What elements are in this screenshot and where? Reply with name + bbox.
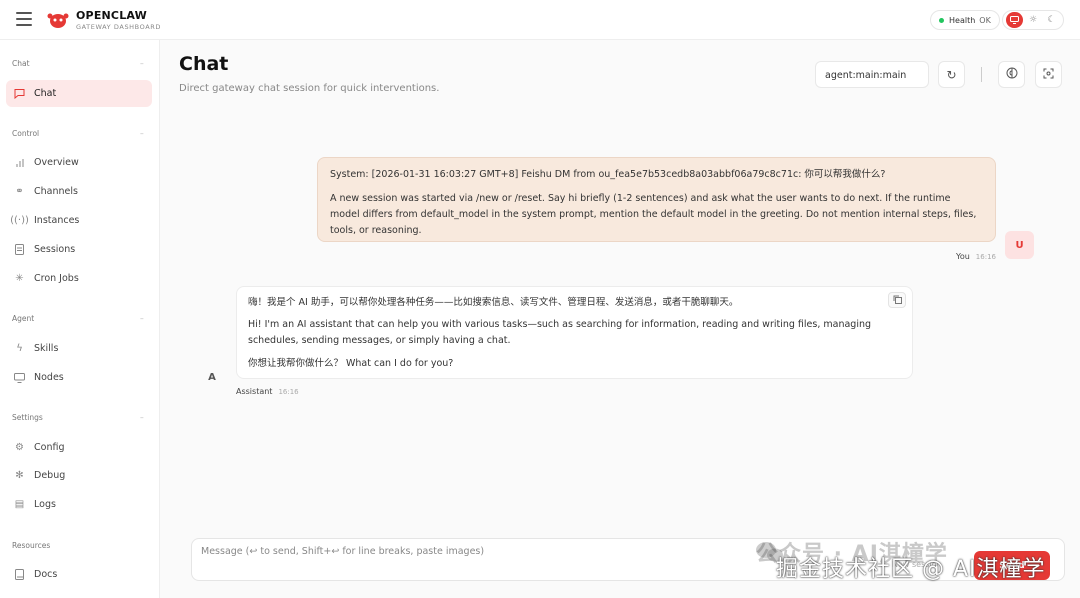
gear-icon: ⚙ [15,442,24,453]
health-status-dot-icon [939,17,944,23]
assistant-message-zh: 嗨！我是个 AI 助手，可以帮你处理各种任务——比如搜索信息、读写文件、管理日程… [248,297,739,308]
scroll-icon: ▤ [14,499,25,510]
session-selector[interactable]: agent:main:main [815,61,929,88]
user-message-meta: You 16:16 [956,252,996,261]
sidebar-section-settings[interactable]: Settings – [12,413,144,422]
bar-chart-icon [13,156,26,169]
theme-switcher: ☼ ☾ [1002,10,1064,30]
sidebar-item-label: Cron Jobs [34,273,79,284]
sun-icon[interactable]: ☼ [1025,12,1042,28]
user-message-system-line: System: [2026-01-31 16:03:27 GMT+8] Feis… [330,169,886,180]
assistant-sender-name: Assistant [236,387,273,396]
link-icon: ⚭ [15,186,24,197]
sidebar-item-sessions[interactable]: Sessions [6,236,152,263]
health-badge: Health OK [930,10,1000,30]
watermark-line-2: 掘金技术社区 @ AI淇橦学 [776,557,1046,582]
page-subtitle: Direct gateway chat session for quick in… [179,83,440,94]
brand-subtitle: GATEWAY DASHBOARD [76,23,161,31]
sidebar-item-overview[interactable]: Overview [6,149,152,176]
health-status: OK [979,15,991,25]
assistant-avatar: A [208,371,216,383]
sidebar-item-label: Skills [34,343,59,354]
toolbar-divider [981,67,982,82]
monitor-icon [13,371,26,384]
sidebar-item-label: Logs [34,499,56,510]
user-message-time: 16:16 [975,253,996,261]
sidebar-item-label: Channels [34,186,78,197]
sidebar-section-agent[interactable]: Agent – [12,314,144,323]
focus-mode-button[interactable] [1035,61,1062,88]
sidebar-section-control[interactable]: Control – [12,129,144,138]
sidebar-item-skills[interactable]: ϟ Skills [6,335,152,362]
sidebar-item-cron-jobs[interactable]: ✳ Cron Jobs [6,265,152,292]
user-sender-name: You [956,252,970,261]
assistant-message-meta: Assistant 16:16 [236,387,299,396]
openclaw-logo-icon [47,13,69,28]
focus-icon [1043,68,1054,82]
zap-icon: ϟ [16,343,23,354]
sidebar: Chat – Chat Control – Overview ⚭ Channels … [0,40,160,598]
brain-icon [1006,67,1018,82]
top-bar: OPENCLAW GATEWAY DASHBOARD Health OK ☼ ☾ [0,0,1080,40]
refresh-icon: ↻ [946,67,957,82]
user-avatar: U [1005,231,1034,259]
sidebar-item-label: Docs [34,569,58,580]
health-label: Health [949,15,976,25]
message-square-icon [13,87,26,100]
sidebar-item-debug[interactable]: ✻ Debug [6,462,152,489]
sidebar-item-label: Nodes [34,372,64,383]
user-message-bubble: System: [2026-01-31 16:03:27 GMT+8] Feis… [317,157,996,242]
assistant-message-time: 16:16 [278,388,299,396]
assistant-message-question: 你想让我帮你做什么？ What can I do for you? [248,358,454,369]
sidebar-item-label: Chat [34,88,57,99]
sidebar-item-label: Debug [34,470,66,481]
sidebar-item-label: Config [34,442,65,453]
sidebar-item-label: Sessions [34,244,76,255]
page-title: Chat [179,53,229,75]
assistant-message-en: Hi! I'm an AI assistant that can help yo… [248,319,872,346]
thinking-toggle-button[interactable] [998,61,1025,88]
sidebar-item-chat[interactable]: Chat [6,80,152,107]
copy-button[interactable] [888,292,906,308]
moon-icon[interactable]: ☾ [1043,12,1060,28]
sidebar-item-logs[interactable]: ▤ Logs [6,491,152,518]
sidebar-item-label: Instances [34,215,80,226]
copy-icon [893,295,902,306]
sidebar-item-nodes[interactable]: Nodes [6,364,152,391]
sidebar-item-label: Overview [34,157,79,168]
sidebar-item-channels[interactable]: ⚭ Channels [6,178,152,205]
refresh-button[interactable]: ↻ [938,61,965,88]
radio-icon: ((·)) [10,215,29,226]
menu-icon[interactable] [16,12,32,26]
brand-title: OPENCLAW [76,9,147,22]
sidebar-item-instances[interactable]: ((·)) Instances [6,207,152,234]
message-input[interactable] [201,546,761,557]
user-message-body: A new session was started via /new or /r… [330,193,977,236]
book-icon [13,568,26,581]
monitor-theme-icon[interactable] [1006,12,1023,28]
file-text-icon [13,243,26,256]
bug-icon: ✻ [15,470,24,481]
sidebar-item-docs[interactable]: Docs [6,561,152,588]
sidebar-section-resources[interactable]: Resources [12,541,50,550]
sidebar-section-chat[interactable]: Chat – [12,59,144,68]
loader-icon: ✳ [15,273,24,284]
sidebar-item-config[interactable]: ⚙ Config [6,434,152,461]
assistant-message-bubble: 嗨！我是个 AI 助手，可以帮你处理各种任务——比如搜索信息、读写文件、管理日程… [236,286,913,379]
